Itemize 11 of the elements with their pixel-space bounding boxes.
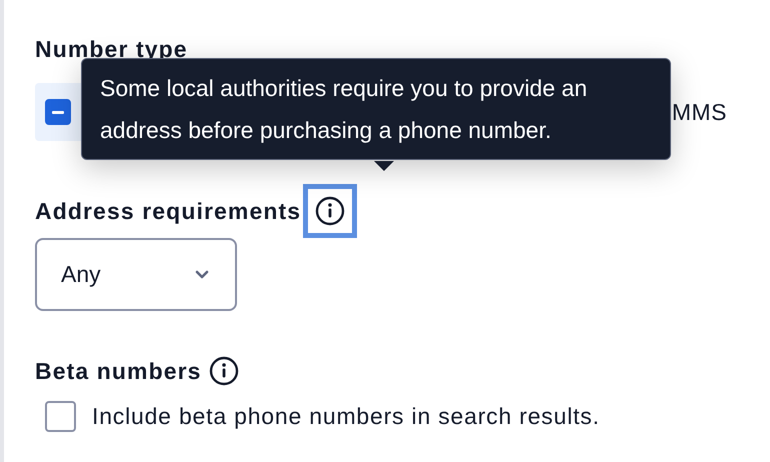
chevron-icon: [195, 270, 209, 279]
checkbox[interactable]: [45, 99, 71, 125]
option-label: MMS: [672, 98, 727, 126]
section-heading: Address requirements: [35, 198, 302, 224]
select-field[interactable]: Any: [35, 238, 237, 311]
info-icon[interactable]: [208, 355, 240, 387]
checkbox[interactable]: [45, 401, 76, 432]
tooltip-text: Some local authorities require you to provide an address before purchasing a phone number.: [100, 75, 588, 143]
info-icon[interactable]: [303, 184, 358, 238]
section-heading: Beta numbers: [35, 358, 202, 384]
checkbox-label: Include beta phone numbers in search results.: [92, 403, 600, 430]
